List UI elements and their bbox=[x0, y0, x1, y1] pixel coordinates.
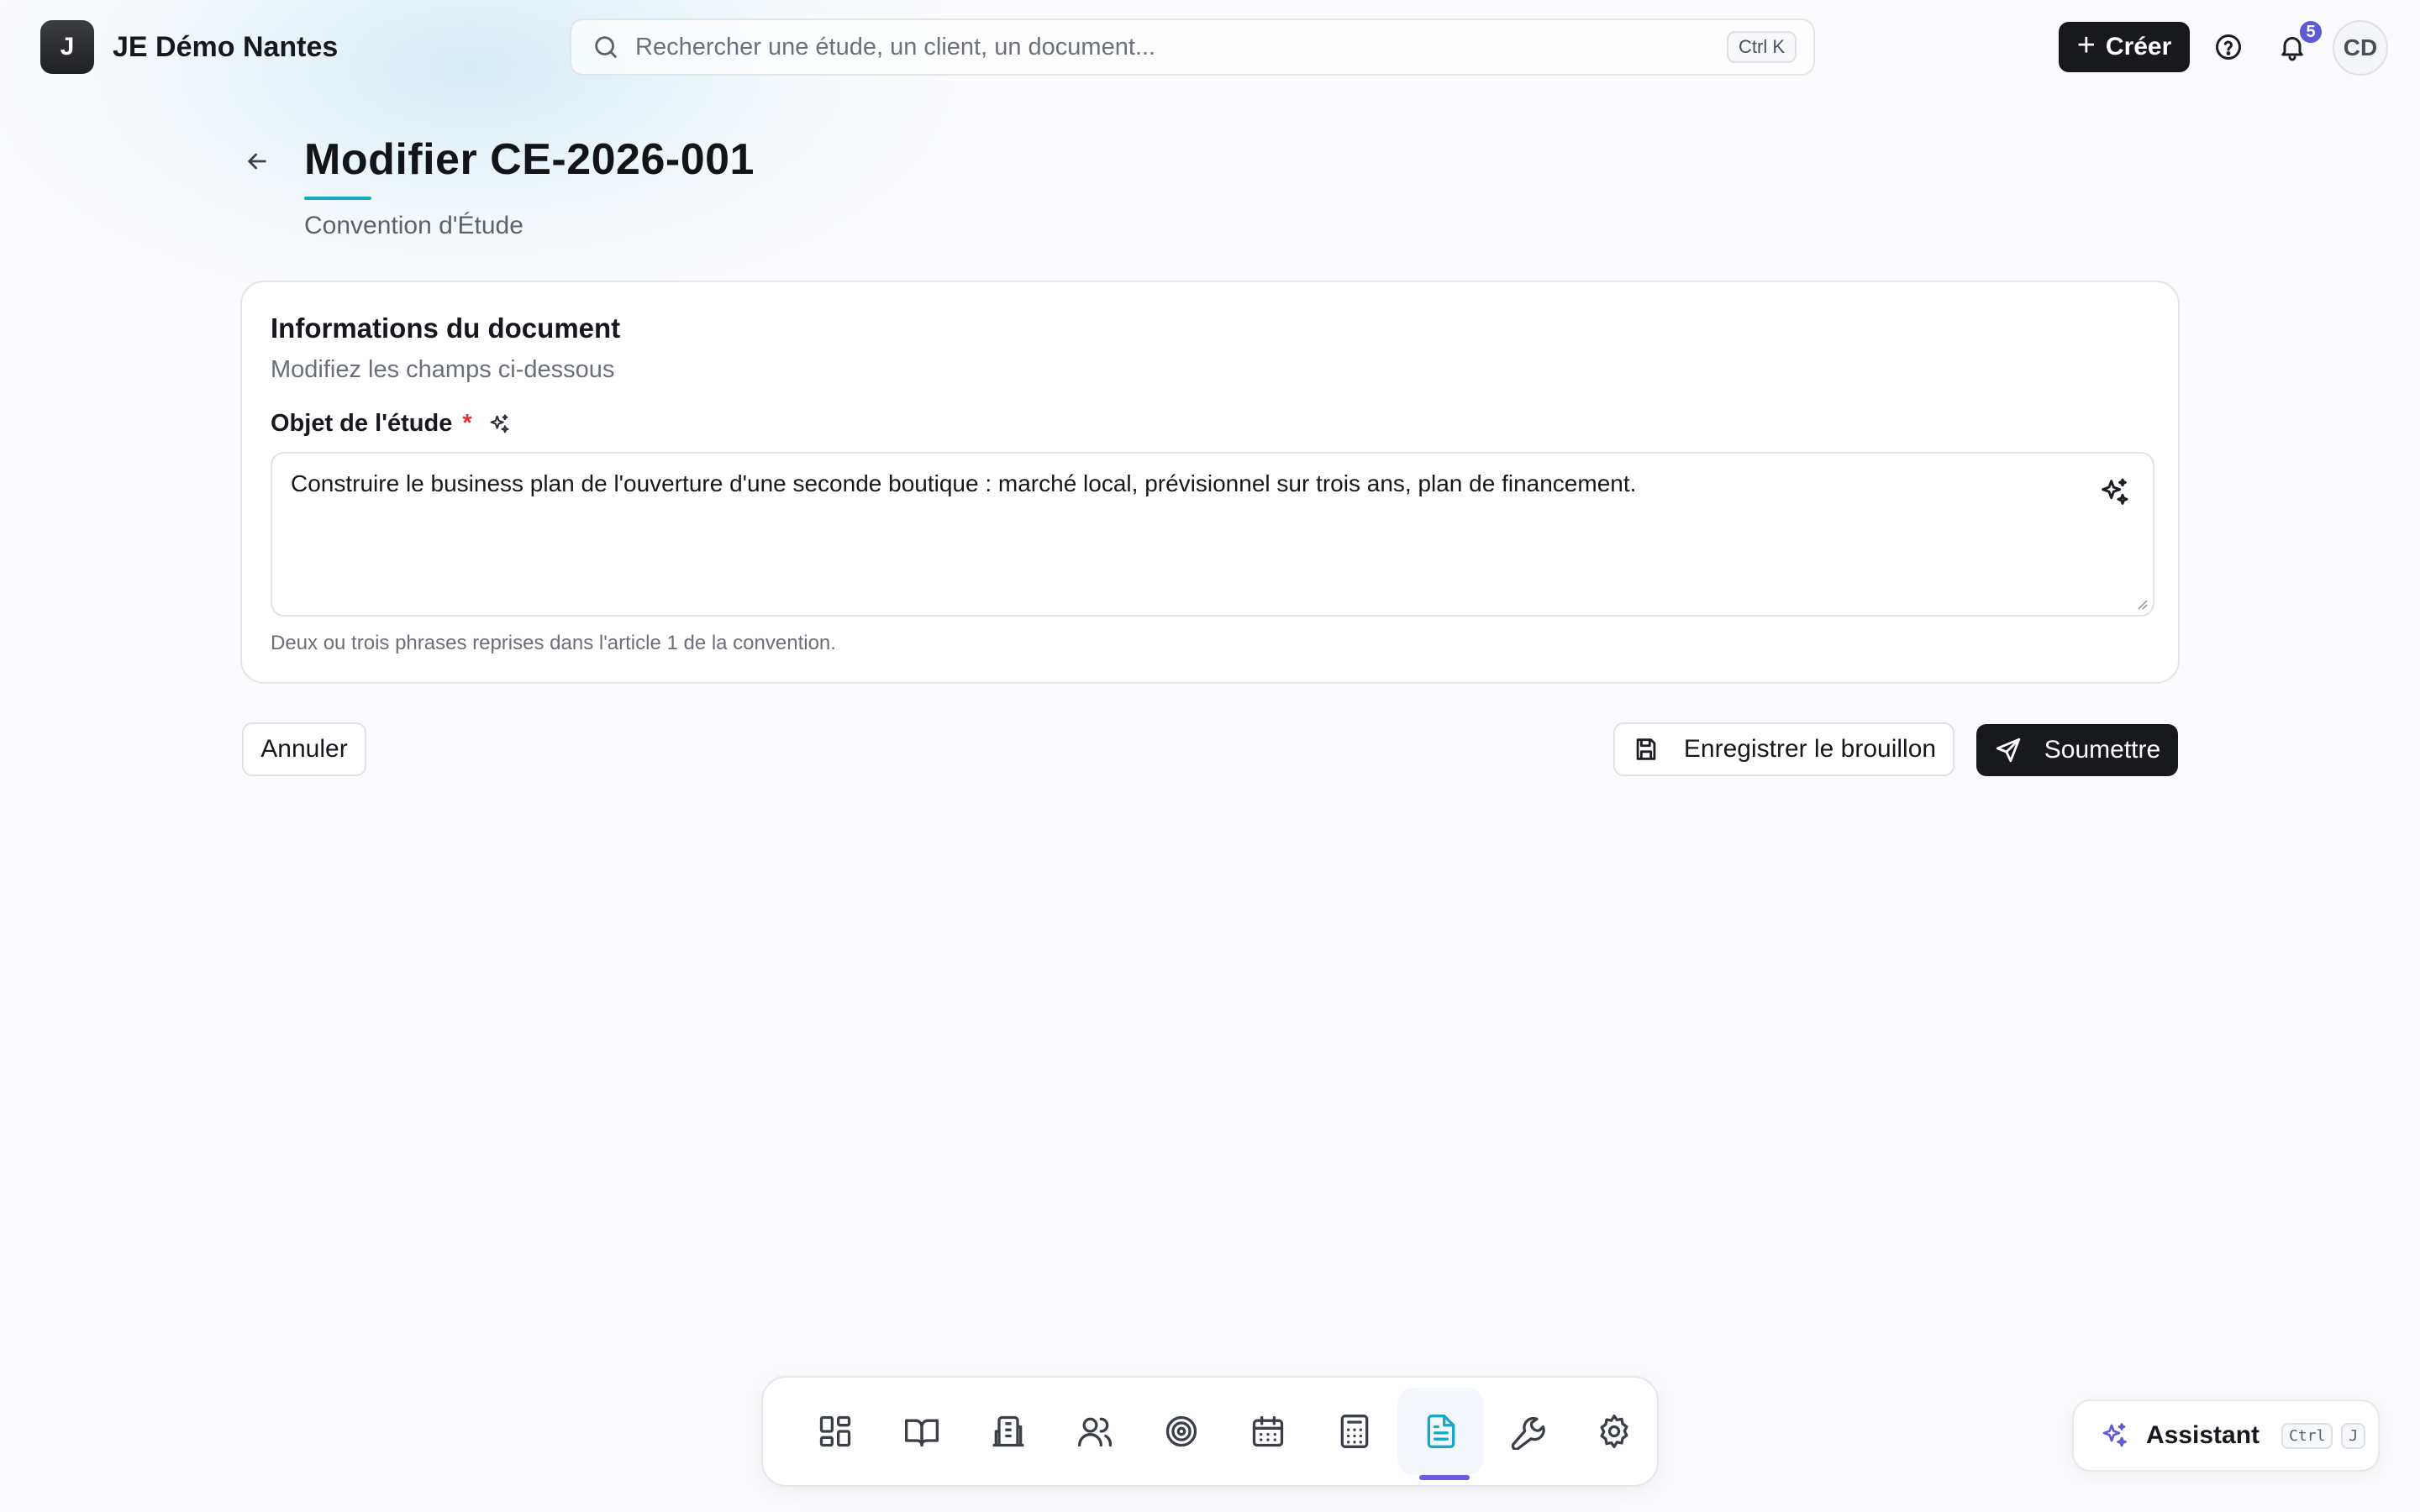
assistant-shortcut-j: J bbox=[2341, 1422, 2366, 1449]
dock-item-documents[interactable] bbox=[1397, 1388, 1484, 1480]
search-shortcut-hint: Ctrl K bbox=[1727, 31, 1797, 63]
cancel-button[interactable]: Annuler bbox=[242, 722, 366, 776]
assistant-label: Assistant bbox=[2146, 1421, 2260, 1449]
search-input[interactable] bbox=[635, 33, 1727, 61]
brand[interactable]: J JE Démo Nantes bbox=[40, 20, 338, 74]
ai-sparkle-icon[interactable] bbox=[487, 412, 511, 436]
search-bar[interactable]: Ctrl K bbox=[570, 18, 1815, 76]
plus-icon: + bbox=[2076, 28, 2096, 63]
bottom-dock bbox=[761, 1376, 1659, 1487]
card-title: Informations du document bbox=[271, 312, 621, 344]
field-hint: Deux ou trois phrases reprises dans l'ar… bbox=[271, 632, 836, 654]
dashboard-icon bbox=[819, 1415, 850, 1447]
create-button-label: Créer bbox=[2105, 33, 2172, 60]
arrow-left-icon bbox=[248, 153, 266, 170]
study-object-value: Construire le business plan de l'ouvertu… bbox=[291, 470, 1637, 496]
assistant-shortcut-ctrl: Ctrl bbox=[2281, 1422, 2333, 1449]
dock-item-objectives[interactable] bbox=[1138, 1388, 1224, 1475]
page-title: Modifier CE-2026-001 bbox=[304, 135, 755, 184]
top-bar: J JE Démo Nantes Ctrl K + Créer 5 CD bbox=[0, 0, 2420, 94]
dock-item-dashboard[interactable] bbox=[792, 1388, 878, 1475]
dock-item-book[interactable] bbox=[878, 1388, 965, 1475]
save-icon bbox=[1636, 738, 1656, 760]
page-subtitle: Convention d'Étude bbox=[304, 212, 523, 239]
field-label: Objet de l'étude * bbox=[271, 410, 511, 438]
calculator-icon bbox=[1340, 1415, 1368, 1448]
book-icon bbox=[904, 1419, 939, 1447]
notifications-button[interactable]: 5 bbox=[2267, 18, 2324, 72]
submit-label: Soumettre bbox=[2044, 736, 2161, 764]
dock-item-members[interactable] bbox=[1051, 1388, 1138, 1475]
ai-rewrite-icon[interactable] bbox=[2097, 475, 2131, 509]
brand-logo: J bbox=[40, 20, 94, 74]
user-avatar[interactable]: CD bbox=[2333, 20, 2388, 76]
dock-item-settings[interactable] bbox=[1570, 1388, 1657, 1475]
wrench-icon bbox=[1511, 1416, 1545, 1450]
help-button[interactable] bbox=[2203, 22, 2254, 72]
dock-item-calendar[interactable] bbox=[1224, 1388, 1311, 1475]
notification-badge: 5 bbox=[2297, 18, 2324, 45]
calendar-icon bbox=[1252, 1415, 1283, 1447]
dock-item-tools[interactable] bbox=[1484, 1388, 1570, 1475]
document-info-card: Informations du document Modifiez les ch… bbox=[240, 281, 2180, 684]
save-draft-button[interactable]: Enregistrer le brouillon bbox=[1613, 722, 1954, 776]
users-icon bbox=[1077, 1417, 1112, 1447]
field-label-text: Objet de l'étude bbox=[271, 410, 453, 437]
search-icon bbox=[595, 36, 617, 58]
send-icon bbox=[1996, 738, 2020, 763]
required-marker: * bbox=[462, 410, 472, 437]
building-icon bbox=[992, 1415, 1023, 1447]
cancel-button-label: Annuler bbox=[260, 735, 348, 763]
back-button[interactable] bbox=[240, 144, 274, 178]
document-icon bbox=[1427, 1415, 1455, 1448]
sparkle-icon bbox=[2102, 1423, 2127, 1447]
create-button[interactable]: + Créer bbox=[2059, 22, 2190, 72]
save-draft-label: Enregistrer le brouillon bbox=[1683, 735, 1937, 763]
assistant-button[interactable]: Assistant Ctrl J bbox=[2072, 1399, 2380, 1472]
title-underline bbox=[304, 197, 371, 200]
submit-button[interactable]: Soumettre bbox=[1976, 724, 2178, 776]
target-icon bbox=[1165, 1415, 1197, 1447]
resize-handle-icon[interactable] bbox=[2134, 596, 2148, 610]
card-description: Modifiez les champs ci-dessous bbox=[271, 356, 615, 383]
active-indicator bbox=[1419, 1475, 1470, 1480]
brand-name: JE Démo Nantes bbox=[113, 30, 339, 63]
dock-item-clients[interactable] bbox=[965, 1388, 1051, 1475]
dock-item-calculator[interactable] bbox=[1311, 1388, 1397, 1475]
study-object-textarea[interactable]: Construire le business plan de l'ouvertu… bbox=[271, 452, 2154, 617]
help-icon bbox=[2216, 34, 2241, 60]
settings-icon bbox=[1600, 1415, 1628, 1448]
